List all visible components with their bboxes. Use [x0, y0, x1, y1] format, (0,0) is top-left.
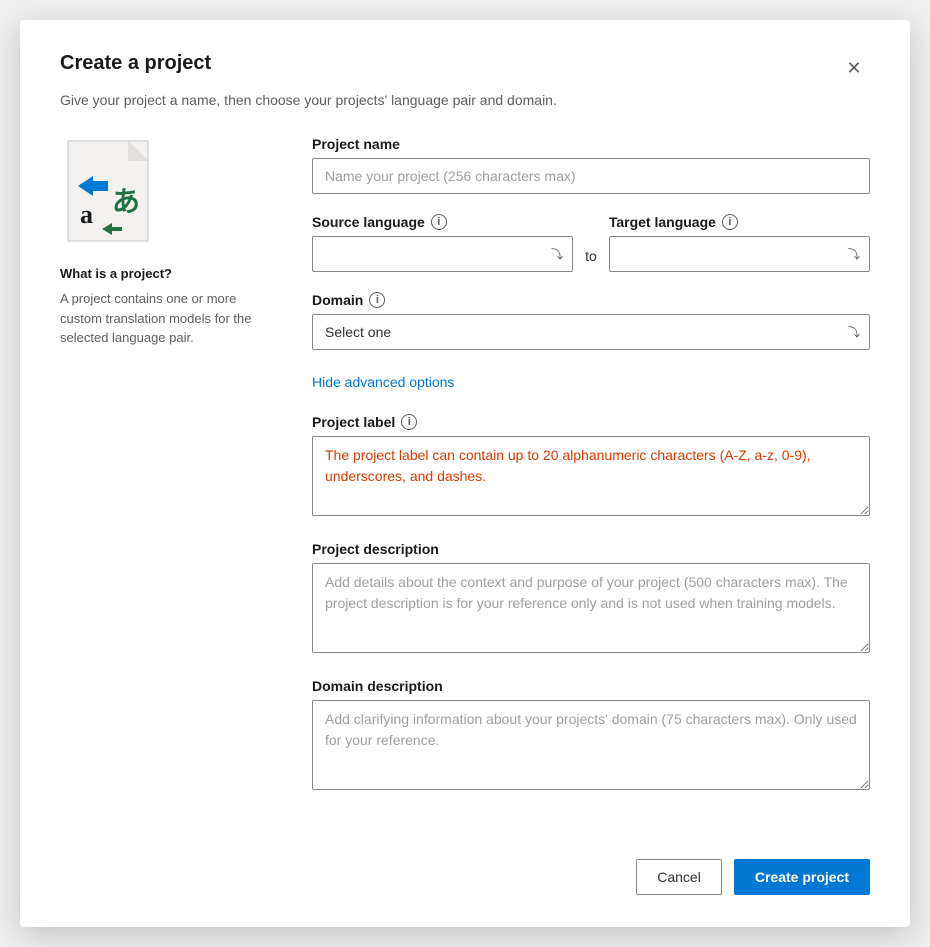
what-is-project-heading: What is a project? — [60, 266, 280, 281]
advanced-options-toggle-group: Hide advanced options — [312, 370, 870, 394]
dialog-title: Create a project — [60, 52, 211, 75]
close-icon: ✕ — [846, 58, 861, 79]
to-label: to — [585, 248, 597, 272]
project-name-input[interactable] — [312, 158, 870, 194]
project-description-input[interactable] — [312, 563, 870, 653]
project-name-label: Project name — [312, 136, 870, 152]
project-description-group: Project description — [312, 541, 870, 658]
domain-group: Domain i Select one ⤵ — [312, 292, 870, 350]
dialog-subtitle: Give your project a name, then choose yo… — [60, 92, 870, 108]
left-panel: あ a What is a project? A project contain… — [60, 136, 280, 815]
language-row: Source language i ⤵ to Ta — [312, 214, 870, 272]
dialog-header: Create a project ✕ — [60, 52, 870, 84]
target-language-select-wrapper: ⤵ — [609, 236, 870, 272]
svg-text:あ: あ — [112, 187, 140, 218]
domain-select[interactable]: Select one — [312, 314, 870, 350]
language-pair-group: Source language i ⤵ to Ta — [312, 214, 870, 272]
domain-info-icon: i — [369, 292, 385, 308]
project-label-input[interactable]: The project label can contain up to 20 a… — [312, 436, 870, 516]
dialog-footer: Cancel Create project — [60, 843, 870, 895]
domain-select-wrapper: Select one ⤵ — [312, 314, 870, 350]
hide-advanced-options-button[interactable]: Hide advanced options — [312, 370, 454, 394]
target-language-group: Target language i ⤵ — [609, 214, 870, 272]
cancel-button[interactable]: Cancel — [636, 859, 722, 895]
target-language-label: Target language i — [609, 214, 870, 230]
source-language-label: Source language i — [312, 214, 573, 230]
create-project-dialog: Create a project ✕ Give your project a n… — [20, 20, 910, 927]
project-label-group: Project label i The project label can co… — [312, 414, 870, 521]
domain-label: Domain i — [312, 292, 870, 308]
target-language-info-icon: i — [722, 214, 738, 230]
domain-description-group: Domain description — [312, 678, 870, 795]
source-language-select[interactable] — [312, 236, 573, 272]
close-button[interactable]: ✕ — [838, 52, 870, 84]
project-name-group: Project name — [312, 136, 870, 194]
right-panel: Project name Source language i — [312, 136, 870, 815]
source-language-select-wrapper: ⤵ — [312, 236, 573, 272]
create-project-button[interactable]: Create project — [734, 859, 870, 895]
domain-description-input[interactable] — [312, 700, 870, 790]
project-label-label: Project label i — [312, 414, 870, 430]
source-language-group: Source language i ⤵ — [312, 214, 573, 272]
what-is-project-description: A project contains one or more custom tr… — [60, 289, 280, 348]
project-label-info-icon: i — [401, 414, 417, 430]
svg-text:a: a — [80, 200, 93, 229]
target-language-select[interactable] — [609, 236, 870, 272]
dialog-body: あ a What is a project? A project contain… — [60, 136, 870, 815]
domain-description-label: Domain description — [312, 678, 870, 694]
project-illustration: あ a — [60, 136, 170, 266]
project-description-label: Project description — [312, 541, 870, 557]
source-language-info-icon: i — [431, 214, 447, 230]
